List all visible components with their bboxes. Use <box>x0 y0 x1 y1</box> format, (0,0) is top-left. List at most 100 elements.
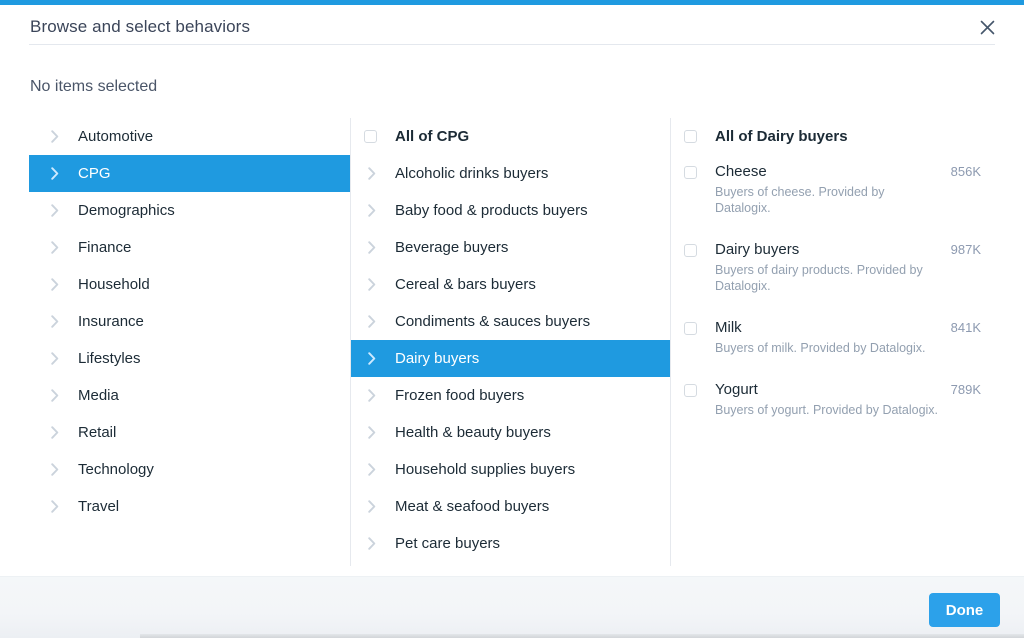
behavior-browser-dialog: Browse and select behaviors No items sel… <box>0 0 1024 638</box>
subcategory-item-health-and-beauty-buyers[interactable]: Health & beauty buyers <box>351 414 670 451</box>
chevron-right-icon <box>364 500 380 513</box>
subcategory-item-label: Alcoholic drinks buyers <box>395 165 549 182</box>
category-item-technology[interactable]: Technology <box>29 451 350 488</box>
selection-summary: No items selected <box>30 78 158 95</box>
category-item-label: Media <box>78 387 119 404</box>
chevron-right-icon <box>364 537 380 550</box>
chevron-right-icon <box>47 315 63 328</box>
select-all-cpg-row[interactable]: All of CPG <box>351 118 670 155</box>
category-item-label: Retail <box>78 424 117 441</box>
category-item-retail[interactable]: Retail <box>29 414 350 451</box>
subcategory-item-label: Health & beauty buyers <box>395 424 551 441</box>
subcategory-item-beverage-buyers[interactable]: Beverage buyers <box>351 229 670 266</box>
close-icon[interactable] <box>974 14 1000 40</box>
behavior-main: Cheese Buyers of cheese. Provided by Data… <box>715 155 951 216</box>
chevron-right-icon <box>364 167 380 180</box>
behavior-checkbox[interactable] <box>684 322 697 335</box>
subcategory-item-label: Cereal & bars buyers <box>395 276 536 293</box>
chevron-right-icon <box>47 463 63 476</box>
select-all-cpg-label: All of CPG <box>395 127 470 145</box>
behavior-main: Milk Buyers of milk. Provided by Datalogi… <box>715 311 951 356</box>
subcategory-item-frozen-food-buyers[interactable]: Frozen food buyers <box>351 377 670 414</box>
category-item-demographics[interactable]: Demographics <box>29 192 350 229</box>
chevron-right-icon <box>364 315 380 328</box>
behavior-description: Buyers of cheese. Provided by Datalogix. <box>715 185 885 215</box>
chevron-right-icon <box>47 352 63 365</box>
chevron-right-icon <box>47 278 63 291</box>
behavior-description: Buyers of dairy products. Provided by Da… <box>715 263 923 293</box>
behavior-count: 841K <box>950 320 981 335</box>
behavior-label: Cheese <box>715 163 767 180</box>
behavior-row-dairy-buyers[interactable]: Dairy buyers Buyers of dairy products. Pr… <box>671 233 994 294</box>
subcategory-item-household-supplies-buyers[interactable]: Household supplies buyers <box>351 451 670 488</box>
category-item-label: CPG <box>78 165 111 182</box>
category-item-lifestyles[interactable]: Lifestyles <box>29 340 350 377</box>
behavior-row-cheese[interactable]: Cheese Buyers of cheese. Provided by Data… <box>671 155 994 216</box>
category-item-cpg[interactable]: CPG <box>29 155 350 192</box>
dialog-header: Browse and select behaviors <box>0 5 1024 44</box>
category-item-automotive[interactable]: Automotive <box>29 118 350 155</box>
chevron-right-icon <box>364 426 380 439</box>
categories-column: Automotive CPG Demographics Finance Househol… <box>29 118 351 566</box>
behavior-count: 987K <box>950 242 981 257</box>
dialog-footer: Done <box>0 576 1024 638</box>
subcategory-item-label: Beverage buyers <box>395 239 509 256</box>
category-item-finance[interactable]: Finance <box>29 229 350 266</box>
subcategory-item-cereal-and-bars-buyers[interactable]: Cereal & bars buyers <box>351 266 670 303</box>
behavior-checkbox[interactable] <box>684 384 697 397</box>
select-all-cpg-checkbox[interactable] <box>364 130 377 143</box>
subcategory-item-label: Frozen food buyers <box>395 387 525 404</box>
select-all-dairy-checkbox[interactable] <box>684 130 697 143</box>
behavior-main: Dairy buyers Buyers of dairy products. Pr… <box>715 233 951 294</box>
chevron-right-icon <box>47 426 63 439</box>
chevron-right-icon <box>364 241 380 254</box>
subcategory-item-label: Baby food & products buyers <box>395 202 588 219</box>
page-title: Browse and select behaviors <box>30 17 251 36</box>
category-item-label: Travel <box>78 498 120 515</box>
chevron-right-icon <box>364 204 380 217</box>
select-all-dairy-label: All of Dairy buyers <box>715 127 848 145</box>
category-item-media[interactable]: Media <box>29 377 350 414</box>
behavior-label: Dairy buyers <box>715 241 800 258</box>
details-column: All of Dairy buyers Cheese Buyers of chees… <box>671 118 994 566</box>
category-item-travel[interactable]: Travel <box>29 488 350 525</box>
subcategories-column: All of CPG Alcoholic drinks buyers Baby fo… <box>351 118 671 566</box>
subcategory-item-label: Household supplies buyers <box>395 461 576 478</box>
subcategory-item-meat-and-seafood-buyers[interactable]: Meat & seafood buyers <box>351 488 670 525</box>
subcategory-item-baby-food-and-products-buyers[interactable]: Baby food & products buyers <box>351 192 670 229</box>
category-item-insurance[interactable]: Insurance <box>29 303 350 340</box>
header-divider <box>29 44 995 45</box>
subcategory-item-label: Meat & seafood buyers <box>395 498 550 515</box>
category-item-label: Demographics <box>78 202 175 219</box>
category-item-label: Household <box>78 276 150 293</box>
subcategory-item-label: Condiments & sauces buyers <box>395 313 591 330</box>
chevron-right-icon <box>364 389 380 402</box>
behavior-row-milk[interactable]: Milk Buyers of milk. Provided by Datalogi… <box>671 311 994 356</box>
behavior-checkbox[interactable] <box>684 166 697 179</box>
chevron-right-icon <box>47 500 63 513</box>
subcategory-item-pet-care-buyers[interactable]: Pet care buyers <box>351 525 670 562</box>
behavior-count: 789K <box>950 382 981 397</box>
chevron-right-icon <box>47 130 63 143</box>
category-item-label: Lifestyles <box>78 350 141 367</box>
footer-shadow <box>140 634 1024 638</box>
chevron-right-icon <box>47 389 63 402</box>
subcategory-item-dairy-buyers[interactable]: Dairy buyers <box>351 340 670 377</box>
behavior-count: 856K <box>950 164 981 179</box>
category-item-household[interactable]: Household <box>29 266 350 303</box>
behavior-row-yogurt[interactable]: Yogurt Buyers of yogurt. Provided by Data… <box>671 373 994 418</box>
behavior-description: Buyers of milk. Provided by Datalogix. <box>715 341 926 355</box>
chevron-right-icon <box>47 204 63 217</box>
done-button[interactable]: Done <box>929 593 1000 627</box>
select-all-dairy-row[interactable]: All of Dairy buyers <box>671 118 994 155</box>
category-item-label: Insurance <box>78 313 144 330</box>
subcategory-item-alcoholic-drinks-buyers[interactable]: Alcoholic drinks buyers <box>351 155 670 192</box>
chevron-right-icon <box>364 352 380 365</box>
behavior-main: Yogurt Buyers of yogurt. Provided by Data… <box>715 373 951 418</box>
subcategory-item-condiments-and-sauces-buyers[interactable]: Condiments & sauces buyers <box>351 303 670 340</box>
subcategory-item-label: Dairy buyers <box>395 350 480 367</box>
category-item-label: Finance <box>78 239 132 256</box>
behavior-description: Buyers of yogurt. Provided by Datalogix. <box>715 403 939 417</box>
behavior-checkbox[interactable] <box>684 244 697 257</box>
chevron-right-icon <box>47 241 63 254</box>
